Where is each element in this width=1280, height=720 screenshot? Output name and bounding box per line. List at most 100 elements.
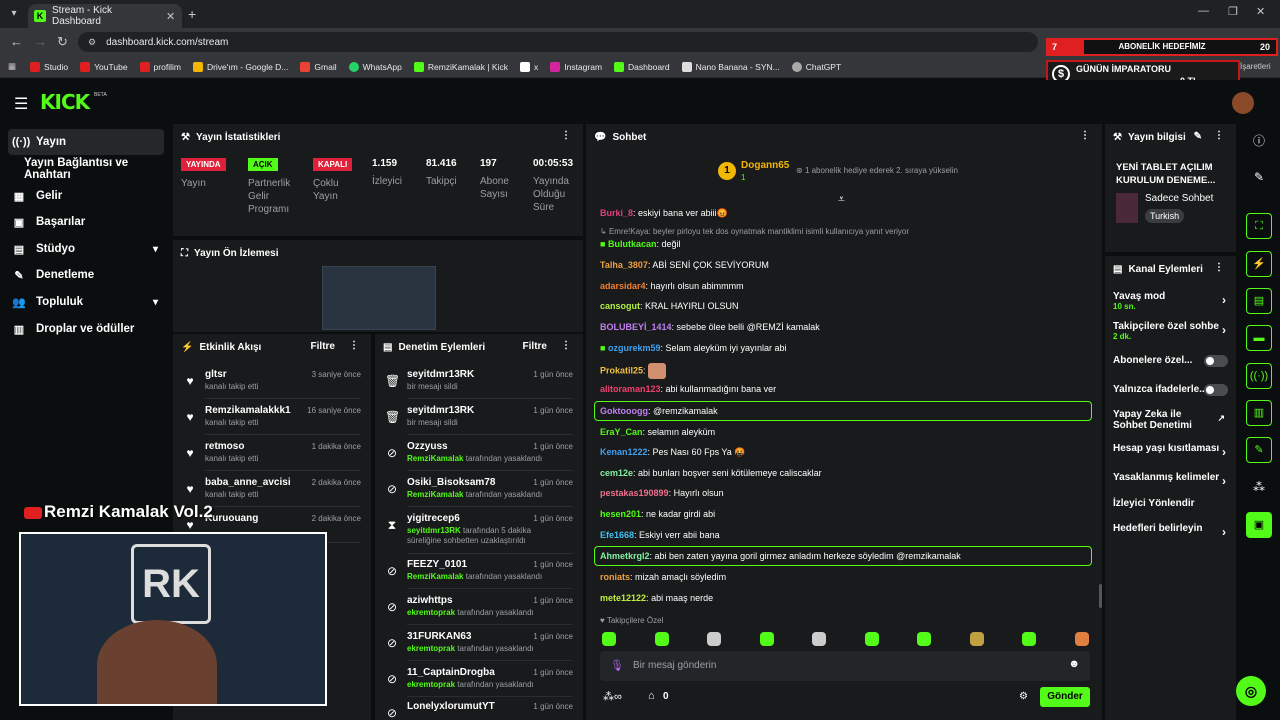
emotes-only-toggle[interactable] (1204, 384, 1228, 396)
moderation-row[interactable]: 🗑 seyitdmr13RK bir mesajı sildi 1 gün önce (375, 364, 583, 399)
moderation-row[interactable]: ⊘ 11_CaptainDrogba ekremtoprak tarafından … (375, 662, 583, 697)
chat-settings-icon[interactable]: ⚙ (1019, 691, 1028, 702)
filter-sort-icon[interactable]: ⩡ (838, 192, 845, 207)
send-button[interactable]: Gönder (1040, 687, 1090, 707)
new-tab-icon[interactable]: + (188, 6, 196, 22)
slow-mode-action[interactable]: Yavaş mod 10 sn. › (1105, 291, 1236, 311)
chat-message[interactable]: ■ ozgurekm59: Selam aleyküm iyi yayınlar… (600, 343, 787, 353)
bookmark-item[interactable]: ChatGPT (791, 61, 841, 72)
reload-icon[interactable]: ↻ (57, 34, 68, 50)
more-options-icon[interactable]: ⋮ (1080, 130, 1090, 141)
minimize-icon[interactable]: — (1198, 5, 1209, 17)
chat-message[interactable]: EraY_Can: selamın aleyküm (600, 427, 715, 437)
subs-only-toggle[interactable] (1204, 355, 1228, 367)
forward-icon[interactable]: → (34, 34, 47, 49)
moderation-row[interactable]: ⊘ LonelyxlorumutYT 1 gün önce (375, 696, 583, 720)
user-avatar[interactable] (1232, 92, 1254, 114)
emote-icon[interactable] (812, 632, 826, 646)
browser-tab[interactable]: K Stream - Kick Dashboard ✕ (28, 4, 182, 28)
app-toggle-icon[interactable]: ▣ (1246, 512, 1272, 538)
chat-message[interactable]: Kenan1222: Pes Nası 60 Fps Ya 🤬 (600, 447, 745, 458)
preview-toggle-icon[interactable]: ⛶ (1246, 213, 1272, 239)
account-age-action[interactable]: Hesap yaşı kısıtlaması › (1105, 443, 1236, 459)
kick-points-icon[interactable]: ⁂∞ (603, 690, 622, 703)
activity-row[interactable]: ♥ retmoso kanalı takip etti 1 dakika önce (173, 436, 371, 471)
chat-message[interactable]: mete12122: abi maaş nerde (600, 593, 713, 603)
support-chat-icon[interactable]: ◎ (1236, 676, 1266, 706)
bookmark-item[interactable]: profilim (139, 61, 181, 72)
chat-message[interactable]: pestakas190899: Hayırlı olsun (600, 488, 724, 498)
sidebar-item-moderation[interactable]: ✎ Denetleme (8, 262, 164, 288)
chat-message[interactable]: BOLUBEYİ_1414: sebebe ölee belli @REMZİ … (600, 322, 820, 332)
chat-message[interactable]: alitoraman123: abi kullanmadığını bana v… (600, 384, 776, 394)
bookmark-item[interactable]: YouTube (80, 61, 128, 72)
info-icon[interactable]: ⓘ (1246, 128, 1272, 154)
chat-message[interactable]: Talha_3807: ABİ SENİ ÇOK SEVİYORUM (600, 260, 769, 270)
maximize-icon[interactable]: ❐ (1228, 5, 1238, 18)
store-icon[interactable]: ⌂ (648, 690, 655, 702)
chat-message[interactable]: roniats: mizah amaçlı söyledim (600, 572, 726, 582)
more-options-icon[interactable]: ⋮ (1214, 262, 1224, 273)
tab-close-icon[interactable]: ✕ (166, 10, 182, 23)
more-options-icon[interactable]: ⋮ (561, 340, 571, 351)
bookmark-item[interactable]: RemziKamalak | Kick (413, 61, 508, 72)
more-options-icon[interactable]: ⋮ (561, 130, 571, 141)
moderation-row[interactable]: 🗑 seyitdmr13RK bir mesajı sildi 1 gün önce (375, 400, 583, 435)
emote-icon[interactable] (970, 632, 984, 646)
community-toggle-icon[interactable]: ⁂ (1246, 474, 1272, 500)
lightning-toggle-icon[interactable]: ⚡ (1246, 251, 1272, 277)
hamburger-menu-icon[interactable]: ☰ (14, 94, 28, 114)
activity-row[interactable]: ♥ gltsr kanalı takip etti 3 saniye önce (173, 364, 371, 399)
activity-row[interactable]: ♥ Remzikamalakkk1 kanalı takip etti 16 sani… (173, 400, 371, 435)
close-window-icon[interactable]: ✕ (1256, 5, 1265, 18)
sidebar-item-community[interactable]: 👥 Topluluk ▾ (8, 289, 164, 315)
kick-logo[interactable]: KICK (40, 90, 90, 114)
chat-scrollbar[interactable] (1099, 584, 1102, 608)
chat-input[interactable]: 🎙 Bir mesaj gönderin ☻ (600, 651, 1090, 681)
chat-message[interactable]: ■ Bulutkacan: değil (600, 239, 681, 249)
set-goals-action[interactable]: Hedefleri belirleyin › (1105, 523, 1236, 539)
emote-icon[interactable] (865, 632, 879, 646)
apps-icon[interactable]: ▦ (8, 61, 16, 72)
emoji-icon[interactable]: ☻ (1068, 658, 1080, 670)
filter-button[interactable]: Filtre (523, 341, 547, 352)
emote-icon[interactable] (1075, 632, 1089, 646)
moderation-row[interactable]: ⊘ Ozzyuss RemziKamalak tarafından yasaklan… (375, 436, 583, 471)
chat-message[interactable]: adarsidar4: hayırlı olsun abimmmm (600, 281, 744, 291)
sidebar-item-drops[interactable]: ▥ Droplar ve ödüller (8, 316, 164, 342)
bookmark-item[interactable]: Dashboard (614, 61, 670, 72)
moderation-row[interactable]: ⊘ FEEZY_0101 RemziKamalak tarafından yasak… (375, 554, 583, 589)
bookmark-item[interactable]: Drive'ım - Google D... (192, 61, 288, 72)
chat-message[interactable]: Efe1668: Eskiyi verr abii bana (600, 530, 720, 540)
edit-icon[interactable]: ✎ (1194, 131, 1202, 142)
emote-icon[interactable] (707, 632, 721, 646)
sidebar-item-achievements[interactable]: ▣ Başarılar (8, 209, 164, 235)
category-name[interactable]: Sadece Sohbet (1145, 193, 1213, 204)
sidebar-item-stream-key[interactable]: Yayın Bağlantısı ve Anahtarı (8, 156, 164, 182)
sidebar-item-studio[interactable]: ▤ Stüdyo ▾ (8, 236, 164, 262)
bookmark-item[interactable]: Studio (30, 61, 68, 72)
url-field[interactable]: ⚙ dashboard.kick.com/stream (78, 32, 1038, 52)
bookmark-item[interactable]: WhatsApp (348, 61, 402, 72)
broadcast-toggle-icon[interactable]: ((·)) (1246, 363, 1272, 389)
back-icon[interactable]: ← (10, 34, 23, 49)
emote-icon[interactable] (917, 632, 931, 646)
filter-button[interactable]: Filtre (311, 341, 335, 352)
emote-icon[interactable] (602, 632, 616, 646)
bookmark-item[interactable]: Gmail (300, 61, 337, 72)
chat-toggle-icon[interactable]: ▬ (1246, 325, 1272, 351)
chat-message[interactable]: cansogut: KRAL HAYIRLI OLSUN (600, 301, 739, 311)
moderation-row[interactable]: ⊘ Osiki_Bisoksam78 RemziKamalak tarafından… (375, 472, 583, 507)
moderation-toggle-icon[interactable]: ▤ (1246, 288, 1272, 314)
more-options-icon[interactable]: ⋮ (1214, 130, 1224, 141)
banned-words-action[interactable]: Yasaklanmış kelimeler › (1105, 472, 1236, 488)
followers-chat-action[interactable]: Takipçilere özel sohbe 2 dk. › (1105, 321, 1236, 341)
preview-thumbnail[interactable] (322, 266, 436, 330)
emote-icon[interactable] (760, 632, 774, 646)
bookmark-item[interactable]: Nano Banana - SYN... (681, 61, 780, 72)
chat-message[interactable]: Prokatil25: (600, 363, 667, 379)
chat-message[interactable]: Goktooogg: @remzikamalak (600, 406, 718, 416)
bookmark-item[interactable]: x (519, 61, 538, 72)
chat-message[interactable]: hesen201: ne kadar girdi abi (600, 509, 715, 519)
more-options-icon[interactable]: ⋮ (349, 340, 359, 351)
